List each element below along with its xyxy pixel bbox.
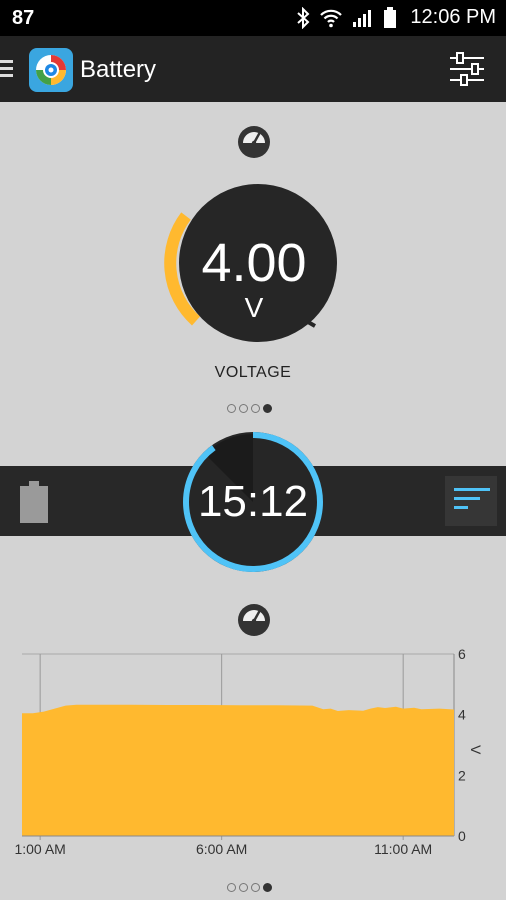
menu-icon[interactable] [0,58,14,80]
app-bar: Battery [0,36,506,102]
page-dot[interactable] [227,404,236,413]
settings-sliders-icon[interactable] [448,51,486,87]
page-dot-active[interactable] [263,883,272,892]
page-dot[interactable] [251,404,260,413]
y-tick-label: 2 [458,767,466,783]
wifi-icon [320,9,343,27]
voltage-value: 4.00 [201,233,307,293]
page-dot-active[interactable] [263,404,272,413]
app-logo-icon[interactable] [28,47,74,93]
app-title: Battery [80,56,157,83]
battery-status-icon [384,6,397,28]
page-dot[interactable] [239,404,248,413]
y-tick-label: 6 [458,646,466,662]
page-dot[interactable] [227,883,236,892]
page-indicator-top[interactable] [227,404,279,416]
y-axis-label: V [468,745,484,755]
battery-icon[interactable] [20,481,48,523]
x-tick-label: 1:00 AM [14,841,65,857]
bluetooth-icon [297,6,310,29]
page-indicator-bottom[interactable] [227,883,279,895]
gauge-icon[interactable] [236,125,272,159]
timer-value: 15:12 [197,477,309,526]
x-tick-label: 6:00 AM [196,841,247,857]
status-bar: 87 12:06 PM [0,0,506,36]
voltage-unit: V [244,292,264,323]
y-tick-label: 0 [458,828,466,844]
page-dot[interactable] [251,883,260,892]
voltage-chart: 6 4 2 0 V 1:00 AM 6:00 AM 11:00 AM [14,646,484,857]
y-tick-label: 4 [458,707,466,723]
notification-count: 87 [12,7,35,29]
voltage-label: VOLTAGE [214,364,292,381]
gauge-icon[interactable] [236,603,272,637]
sort-icon [454,488,490,509]
clock: 12:06 PM [410,6,496,28]
x-tick-label: 11:00 AM [374,841,432,857]
page-dot[interactable] [239,883,248,892]
signal-icon [353,9,372,27]
chart-area-series [22,704,454,836]
sort-button[interactable] [445,476,497,526]
